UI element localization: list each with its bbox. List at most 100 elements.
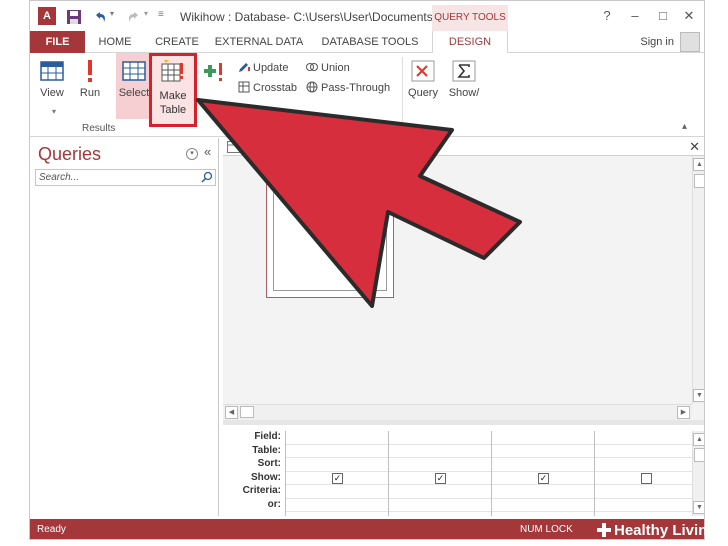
make-table-icon — [161, 60, 183, 82]
grid-cell[interactable] — [595, 445, 697, 458]
grid-cell[interactable] — [389, 485, 491, 499]
append-query-icon[interactable] — [202, 61, 224, 85]
collapse-ribbon-icon[interactable]: ▴ — [682, 121, 687, 132]
redo-icon[interactable] — [126, 9, 142, 25]
grid-cell[interactable] — [286, 431, 388, 445]
grid-cell[interactable] — [389, 431, 491, 445]
tab-file[interactable]: FILE — [30, 31, 85, 53]
undo-dropdown-icon[interactable]: ▾ — [110, 9, 126, 25]
scroll-thumb[interactable] — [694, 174, 704, 188]
grid-scroll-thumb[interactable] — [694, 448, 704, 462]
query-setup-button[interactable]: Query — [408, 59, 438, 99]
scroll-left-icon[interactable]: ◀ — [225, 406, 238, 419]
datasheet-view-icon — [40, 61, 64, 81]
grid-label-criteria: Criteria: — [242, 485, 281, 496]
grid-cell[interactable] — [595, 431, 697, 445]
show-checkbox[interactable]: ✓ — [538, 472, 549, 484]
design-vertical-scrollbar[interactable]: ▲ ▼ — [692, 156, 704, 404]
update-label: Update — [253, 62, 289, 74]
query-design-grid: Field: Table: Sort: Show: Criteria: or: … — [223, 425, 704, 516]
make-table-button[interactable]: Make Table — [149, 53, 197, 127]
query-tab-icon[interactable] — [227, 141, 240, 153]
close-document-icon[interactable]: ✕ — [689, 139, 700, 155]
show-hide-label: Show/ — [448, 87, 480, 99]
ribbon-tab-row: FILE HOME CREATE EXTERNAL DATA DATABASE … — [30, 31, 704, 54]
minimize-button[interactable]: – — [624, 7, 646, 25]
grid-cell[interactable] — [595, 485, 697, 499]
show-hide-button[interactable]: Show/ — [446, 59, 482, 99]
run-button[interactable]: Run — [72, 59, 108, 99]
grid-cell[interactable]: ✓ — [286, 472, 388, 485]
view-button[interactable]: View — [34, 59, 70, 99]
tab-design[interactable]: DESIGN — [432, 31, 508, 54]
show-checkbox[interactable]: ✓ — [435, 472, 446, 484]
restore-button[interactable]: □ — [652, 7, 674, 25]
union-query-button[interactable]: Union — [306, 61, 350, 74]
tab-database-tools[interactable]: DATABASE TOOLS — [320, 31, 420, 53]
grid-cell[interactable] — [492, 431, 594, 445]
help-button[interactable]: ? — [596, 7, 618, 25]
union-label: Union — [321, 62, 350, 74]
grid-cell[interactable] — [286, 499, 388, 512]
update-query-button[interactable]: Update — [238, 61, 288, 74]
search-icon[interactable] — [201, 171, 213, 183]
grid-vertical-scrollbar[interactable]: ▲ ▼ — [692, 431, 704, 516]
navigation-pane: Queries ▾ « Search... — [30, 138, 219, 516]
grid-cell[interactable] — [595, 499, 697, 512]
view-dropdown-icon[interactable]: ▾ — [52, 107, 56, 116]
make-table-label-line2: Table — [159, 104, 187, 116]
scroll-up-icon[interactable]: ▲ — [693, 158, 704, 171]
grid-label-field: Field: — [254, 431, 281, 442]
grid-cell[interactable]: ✓ — [492, 472, 594, 485]
pass-through-query-button[interactable]: Pass-Through — [306, 81, 390, 94]
scroll-right-icon[interactable]: ▶ — [677, 406, 690, 419]
grid-cell[interactable] — [286, 485, 388, 499]
customize-toolbar-icon[interactable]: ≡ — [158, 9, 174, 25]
nav-menu-dropdown-icon[interactable]: ▾ — [186, 148, 198, 160]
select-query-button[interactable]: Select — [116, 59, 152, 99]
crosstab-query-button[interactable]: Crosstab — [238, 81, 297, 94]
grid-cell[interactable] — [492, 499, 594, 512]
show-checkbox[interactable]: ✓ — [332, 472, 343, 484]
field-name-partial[interactable]: Fi — [302, 200, 311, 211]
window-title: Wikihow : Database- C:\Users\User\Docume… — [180, 10, 447, 24]
tab-external-data[interactable]: EXTERNAL DATA — [214, 31, 304, 53]
design-horizontal-scrollbar[interactable]: ◀ ▶ — [223, 404, 692, 420]
grid-scroll-up-icon[interactable]: ▲ — [693, 433, 704, 446]
sign-in-link[interactable]: Sign in — [640, 36, 674, 48]
undo-icon[interactable] — [92, 9, 108, 25]
scroll-down-icon[interactable]: ▼ — [693, 389, 704, 402]
sigma-totals-icon — [452, 60, 476, 82]
grid-cell[interactable] — [595, 458, 697, 472]
ribbon-separator — [402, 57, 403, 131]
grid-cell[interactable] — [595, 472, 697, 485]
field-list-table[interactable]: ⚷ Fi Field — [266, 168, 394, 298]
grid-column — [594, 431, 697, 516]
grid-cell[interactable] — [492, 458, 594, 472]
delete-rows-icon — [411, 60, 435, 82]
grid-cell[interactable] — [389, 445, 491, 458]
query-tools-label: QUERY TOOLS — [432, 5, 508, 31]
field-name[interactable]: Field — [302, 216, 325, 227]
grid-cell[interactable] — [389, 458, 491, 472]
collapse-pane-icon[interactable]: « — [204, 144, 211, 159]
nav-search-input[interactable]: Search... — [35, 169, 216, 186]
tab-create[interactable]: CREATE — [150, 31, 204, 53]
field-list-body: ⚷ Fi Field — [273, 175, 387, 291]
nav-search-placeholder: Search... — [39, 172, 80, 183]
hscroll-thumb[interactable] — [240, 406, 254, 418]
grid-cell[interactable] — [492, 445, 594, 458]
grid-cell[interactable] — [492, 485, 594, 499]
grid-cell[interactable] — [286, 458, 388, 472]
grid-cell[interactable] — [286, 445, 388, 458]
tab-home[interactable]: HOME — [93, 31, 137, 53]
grid-cell[interactable]: ✓ — [389, 472, 491, 485]
union-rings-icon — [306, 63, 318, 71]
grid-cell[interactable] — [389, 499, 491, 512]
grid-scroll-down-icon[interactable]: ▼ — [693, 501, 704, 514]
save-icon[interactable] — [66, 9, 82, 25]
grid-label-or: or: — [267, 498, 281, 510]
avatar[interactable] — [680, 32, 700, 52]
show-checkbox[interactable] — [641, 472, 652, 484]
close-window-button[interactable]: ✕ — [678, 7, 700, 25]
